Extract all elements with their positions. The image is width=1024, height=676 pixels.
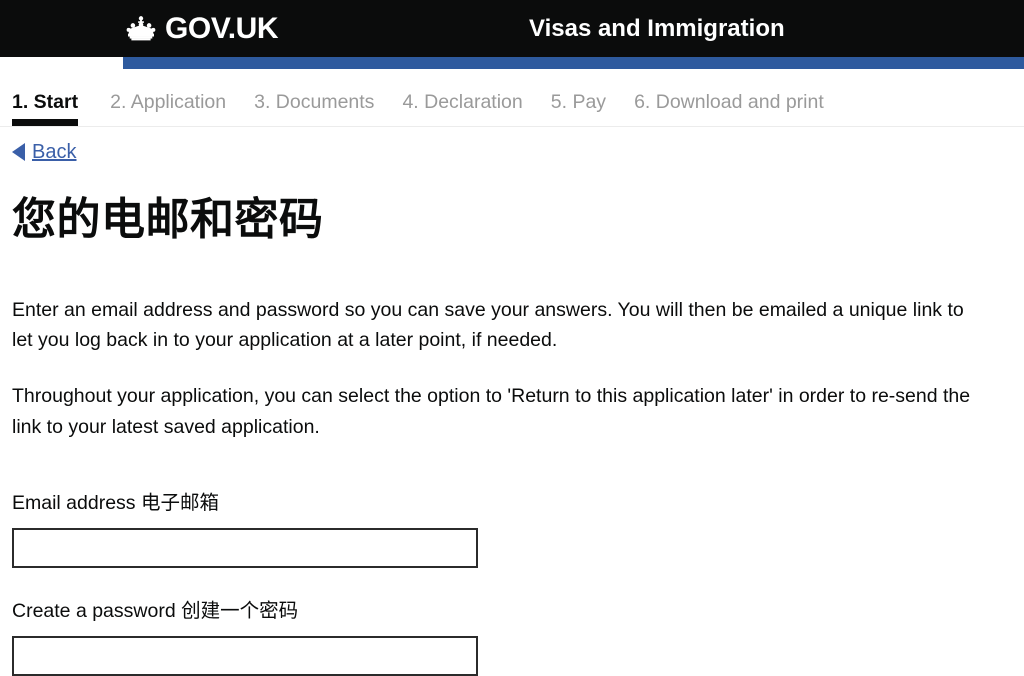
progress-step-documents[interactable]: 3. Documents [254, 91, 374, 120]
progress-step-declaration[interactable]: 4. Declaration [402, 91, 522, 120]
gov-uk-header: GOV.UK Visas and Immigration [0, 0, 1024, 57]
page-title: 您的电邮和密码 [12, 195, 324, 244]
progress-step-start[interactable]: 1. Start [12, 91, 79, 126]
progress-steps-list: 1. Start 2. Application 3. Documents 4. … [0, 91, 1024, 126]
intro-paragraph-1: Enter an email address and password so y… [12, 298, 964, 352]
progress-nav-divider [0, 126, 1024, 127]
progress-step-application[interactable]: 2. Application [110, 91, 226, 120]
intro-paragraph-2: Throughout your application, you can sel… [12, 385, 971, 438]
back-link-label: Back [32, 141, 77, 163]
accent-bar [123, 57, 1024, 69]
progress-nav: 1. Start 2. Application 3. Documents 4. … [0, 69, 1024, 127]
email-input[interactable] [12, 528, 478, 569]
email-field-label: Email address 电子邮箱 [12, 491, 219, 514]
progress-step-download-and-print[interactable]: 6. Download and print [634, 91, 824, 120]
service-name: Visas and Immigration [529, 14, 785, 42]
main-content: Back 您的电邮和密码 Enter an email address and … [0, 142, 1024, 676]
accent-bar-gap [0, 57, 123, 69]
gov-uk-brand[interactable]: GOV.UK [124, 11, 279, 45]
progress-step-pay[interactable]: 5. Pay [551, 91, 606, 120]
password-input[interactable] [12, 636, 478, 676]
gov-uk-wordmark: GOV.UK [165, 11, 279, 45]
accent-bar-row [0, 57, 1024, 69]
arrow-left-icon [12, 143, 25, 161]
password-field-label: Create a password 创建一个密码 [12, 600, 299, 623]
gov-uk-crown-icon [126, 16, 156, 41]
back-link[interactable]: Back [12, 142, 76, 162]
